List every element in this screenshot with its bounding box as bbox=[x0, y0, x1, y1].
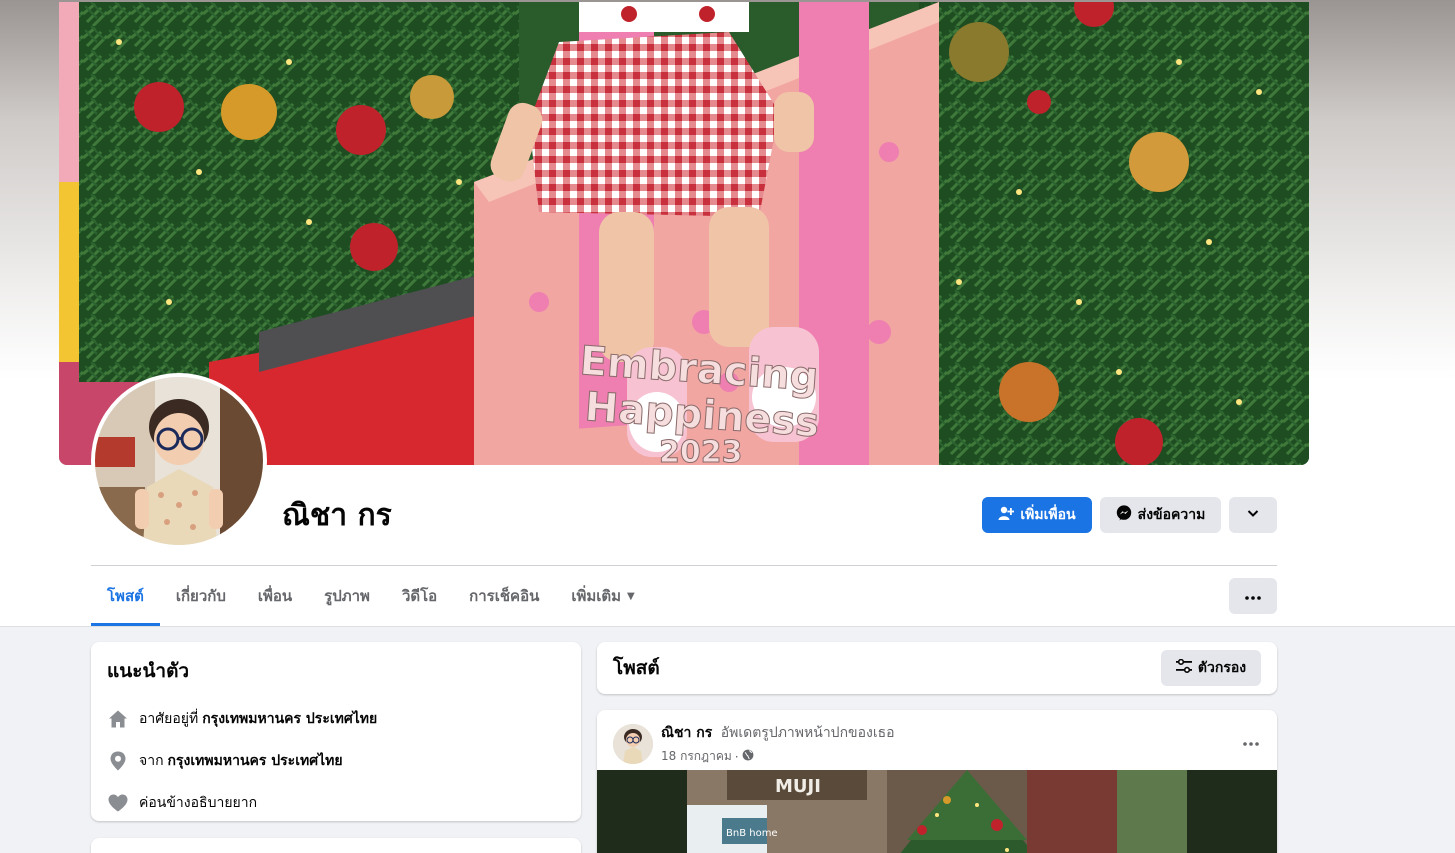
posts-header-card: โพสต์ ตัวกรอง bbox=[597, 642, 1277, 694]
cover-photo[interactable]: Embracing Happiness 2023 bbox=[59, 2, 1309, 465]
tab-photos[interactable]: รูปภาพ bbox=[308, 566, 386, 626]
post-title-line: ณิชา กร อัพเดตรูปภาพหน้าปกของเธอ bbox=[661, 722, 895, 744]
intro-from: จาก กรุงเทพมหานคร ประเทศไทย bbox=[107, 740, 565, 782]
post-options-button[interactable] bbox=[1243, 730, 1259, 751]
message-label: ส่งข้อความ bbox=[1137, 507, 1206, 523]
tab-more[interactable]: เพิ่มเติม ▼ bbox=[555, 566, 650, 626]
post-author-avatar[interactable] bbox=[613, 724, 653, 764]
intro-relationship: ค่อนข้างอธิบายยาก bbox=[107, 782, 565, 824]
profile-name: ณิชา กร bbox=[282, 498, 392, 533]
message-button[interactable]: ส่งข้อความ bbox=[1100, 497, 1221, 533]
intro-card: แนะนำตัว อาศัยอยู่ที่ กรุงเทพมหานคร ประเ… bbox=[91, 642, 581, 821]
tab-about[interactable]: เกี่ยวกับ bbox=[160, 566, 242, 626]
chevron-down-icon bbox=[1246, 506, 1260, 524]
tab-videos[interactable]: วิดีโอ bbox=[386, 566, 453, 626]
profile-avatar[interactable] bbox=[91, 373, 267, 549]
post-date[interactable]: 18 กรกฎาคม bbox=[661, 747, 732, 766]
intro-lives-prefix: อาศัยอยู่ที่ bbox=[139, 711, 199, 727]
post-action-text: อัพเดตรูปภาพหน้าปกของเธอ bbox=[720, 725, 895, 741]
post-card: ณิชา กร อัพเดตรูปภาพหน้าปกของเธอ 18 กรกฎ… bbox=[597, 710, 1277, 853]
filter-icon bbox=[1175, 658, 1192, 677]
intro-lives-in: อาศัยอยู่ที่ กรุงเทพมหานคร ประเทศไทย bbox=[107, 698, 565, 740]
add-friend-icon bbox=[998, 505, 1015, 525]
messenger-icon bbox=[1116, 505, 1132, 525]
tab-posts[interactable]: โพสต์ bbox=[91, 566, 160, 626]
post-header: ณิชา กร อัพเดตรูปภาพหน้าปกของเธอ 18 กรกฎ… bbox=[613, 722, 895, 766]
photos-card bbox=[91, 838, 581, 853]
more-options-button[interactable] bbox=[1229, 497, 1277, 533]
add-friend-label: เพิ่มเพื่อน bbox=[1020, 507, 1076, 523]
intro-from-prefix: จาก bbox=[139, 753, 164, 769]
post-meta-separator: · bbox=[734, 749, 739, 764]
tab-friends[interactable]: เพื่อน bbox=[242, 566, 308, 626]
posts-title: โพสต์ bbox=[613, 657, 660, 679]
post-meta: 18 กรกฎาคม · bbox=[661, 747, 895, 766]
filter-label: ตัวกรอง bbox=[1197, 660, 1247, 676]
intro-from-value[interactable]: กรุงเทพมหานคร ประเทศไทย bbox=[168, 750, 343, 772]
caret-down-icon: ▼ bbox=[627, 590, 635, 602]
add-friend-button[interactable]: เพิ่มเพื่อน bbox=[982, 497, 1092, 533]
heart-icon bbox=[107, 792, 129, 814]
intro-title: แนะนำตัว bbox=[107, 660, 190, 682]
post-image-sign: MUJI bbox=[775, 776, 821, 797]
tabs-more-button[interactable] bbox=[1229, 578, 1277, 614]
intro-relationship-value: ค่อนข้างอธิบายยาก bbox=[139, 795, 258, 811]
public-globe-icon bbox=[742, 749, 754, 764]
ellipsis-icon bbox=[1245, 588, 1261, 604]
post-author-name[interactable]: ณิชา กร bbox=[661, 725, 712, 741]
home-icon bbox=[107, 708, 129, 730]
post-image-sign2: BnB home bbox=[726, 828, 778, 839]
filter-button[interactable]: ตัวกรอง bbox=[1161, 650, 1261, 686]
intro-lives-value[interactable]: กรุงเทพมหานคร ประเทศไทย bbox=[202, 708, 377, 730]
profile-tabs: โพสต์ เกี่ยวกับ เพื่อน รูปภาพ วิดีโอ การ… bbox=[91, 566, 651, 626]
tab-checkins[interactable]: การเช็คอิน bbox=[453, 566, 555, 626]
location-pin-icon bbox=[107, 750, 129, 772]
post-image[interactable]: MUJI BnB home bbox=[597, 770, 1277, 853]
cover-sign-line3: 2023 bbox=[659, 435, 743, 465]
